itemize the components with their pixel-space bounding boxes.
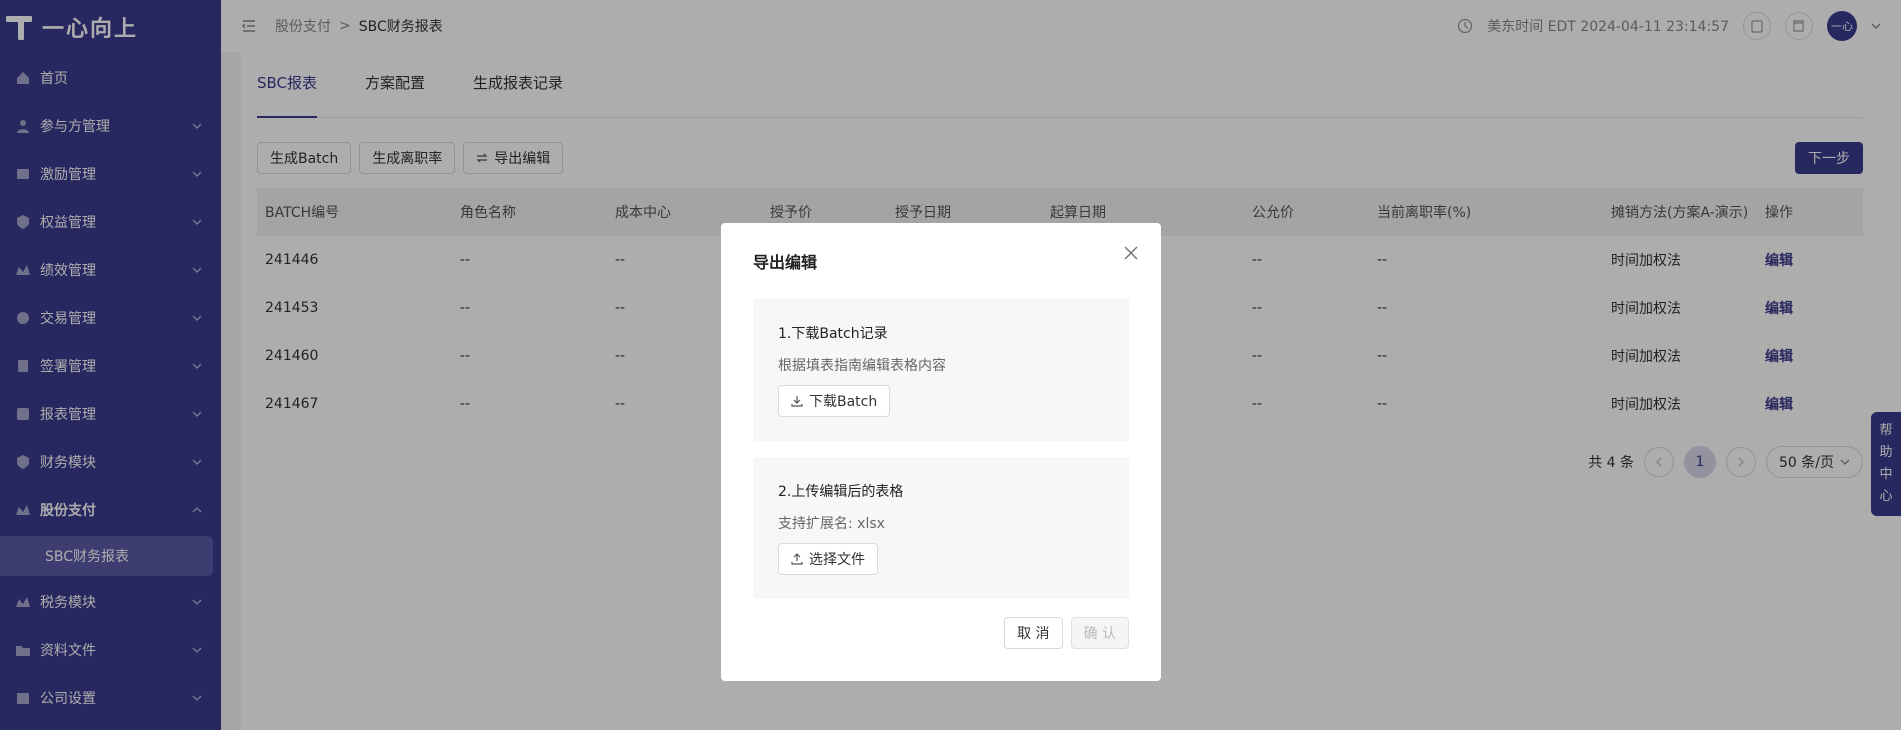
step2-desc: 支持扩展名: xlsx bbox=[778, 516, 885, 532]
confirm-button[interactable]: 确 认 bbox=[1070, 617, 1129, 649]
download-batch-label: 下载Batch bbox=[809, 394, 878, 410]
cancel-button[interactable]: 取 消 bbox=[1004, 617, 1063, 649]
close-button[interactable] bbox=[1119, 241, 1143, 265]
download-icon bbox=[791, 396, 803, 407]
choose-file-button[interactable]: 选择文件 bbox=[778, 543, 878, 575]
dialog-footer: 取 消 确 认 bbox=[1004, 617, 1129, 649]
choose-file-label: 选择文件 bbox=[809, 552, 865, 568]
export-edit-dialog: 导出编辑 1.下载Batch记录 根据填表指南编辑表格内容 下载Batch 2.… bbox=[721, 223, 1161, 681]
dialog-title: 导出编辑 bbox=[753, 253, 818, 272]
close-icon bbox=[1124, 246, 1138, 260]
upload-step: 2.上传编辑后的表格 支持扩展名: xlsx 选择文件 bbox=[753, 457, 1129, 599]
step2-title: 2.上传编辑后的表格 bbox=[778, 484, 904, 500]
upload-icon bbox=[791, 553, 803, 565]
download-step: 1.下载Batch记录 根据填表指南编辑表格内容 下载Batch bbox=[753, 299, 1129, 441]
step1-title: 1.下载Batch记录 bbox=[778, 326, 888, 342]
download-batch-button[interactable]: 下载Batch bbox=[778, 385, 891, 417]
step1-desc: 根据填表指南编辑表格内容 bbox=[778, 358, 946, 374]
